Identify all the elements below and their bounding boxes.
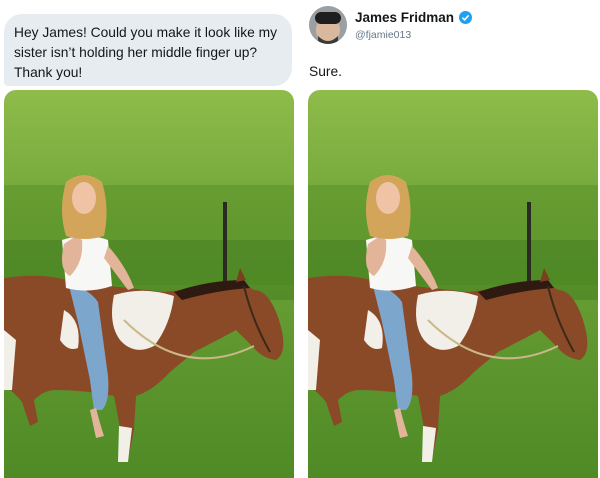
reply-panel: James Fridman @fjamie013 Sure. — [300, 0, 600, 478]
message-bubble: Hey James! Could you make it look like m… — [4, 14, 292, 86]
avatar[interactable] — [309, 6, 347, 44]
avatar-image — [309, 6, 347, 44]
user-handle[interactable]: @fjamie013 — [355, 29, 411, 41]
reply-message: Sure. — [309, 64, 342, 79]
horse-rider-photo-original — [4, 90, 294, 478]
horse-rider-photo-edited — [308, 90, 598, 478]
reply-author[interactable]: James Fridman @fjamie013 — [309, 4, 599, 46]
edited-photo — [308, 90, 598, 478]
verified-badge-icon — [459, 11, 472, 24]
display-name[interactable]: James Fridman — [355, 10, 454, 25]
request-panel: Hey James! Could you make it look like m… — [0, 0, 300, 478]
request-message: Hey James! Could you make it look like m… — [14, 25, 278, 80]
original-photo — [4, 90, 294, 478]
